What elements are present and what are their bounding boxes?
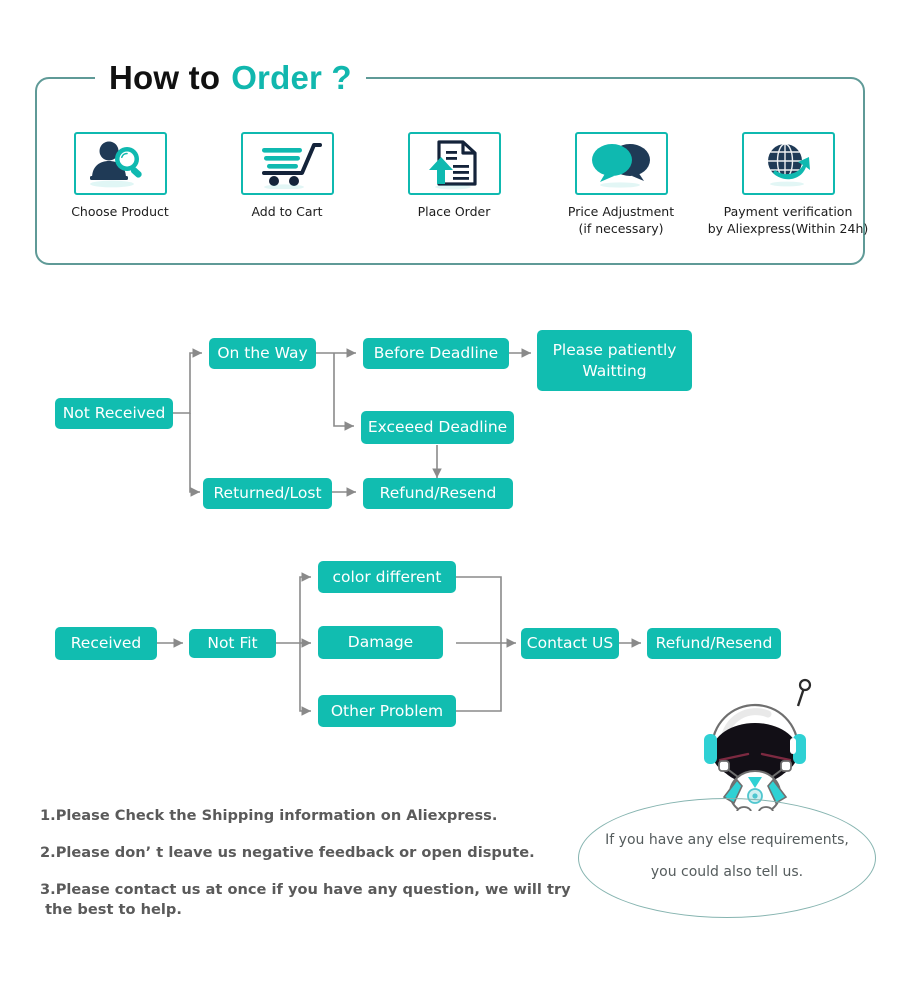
requirements-bubble: If you have any else requirements, you c… [578, 798, 876, 918]
flow-node-contact-us[interactable]: Contact US [521, 628, 619, 659]
bubble-line-1: If you have any else requirements, [605, 832, 849, 848]
infographic-page: How to Order ? Choose Product Add to Car… [0, 0, 900, 1000]
flow-node-not-fit[interactable]: Not Fit [189, 629, 276, 658]
bubble-line-2: you could also tell us. [650, 864, 804, 880]
note-item: 2.Please don’ t leave us negative feedba… [40, 844, 535, 861]
astronaut-mascot-icon [704, 678, 812, 811]
flow-node-damage[interactable]: Damage [318, 626, 443, 659]
flow-node-refund-resend-2[interactable]: Refund/Resend [647, 628, 781, 659]
flow-node-received[interactable]: Received [55, 627, 157, 660]
flow-node-other-problem[interactable]: Other Problem [318, 695, 456, 727]
note-item: 3.Please contact us at once if you have … [40, 881, 571, 918]
note-item: 1.Please Check the Shipping information … [40, 807, 498, 824]
flow-node-color-different[interactable]: color different [318, 561, 456, 593]
notes-list: 1.Please Check the Shipping information … [40, 806, 620, 937]
